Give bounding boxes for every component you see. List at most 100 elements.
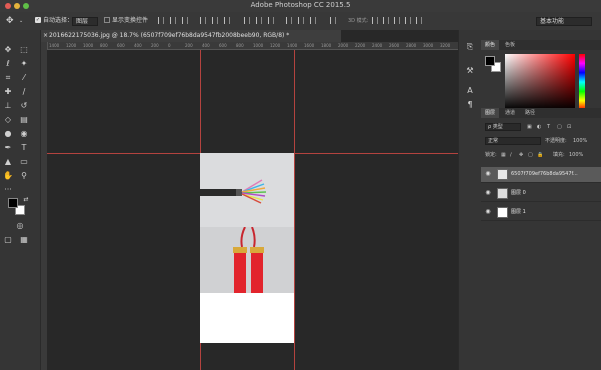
filter-shape-icon[interactable]: ▢ <box>557 123 562 131</box>
eye-visibility-icon[interactable]: ◉ <box>484 190 492 196</box>
ruler-tick-label: 2400 <box>372 43 383 48</box>
window-title: Adobe Photoshop CC 2015.5 <box>250 1 351 9</box>
lock-artboard-icon[interactable]: ▢ <box>528 151 533 159</box>
canvas-area[interactable] <box>47 50 458 370</box>
clone-stamp-tool-icon[interactable]: ⊥ <box>2 100 14 112</box>
tool-preset-chevron-icon[interactable]: ⌄ <box>19 16 23 26</box>
artboard-icon[interactable]: ▦ <box>18 234 30 246</box>
distribute-left-icon[interactable] <box>286 17 292 24</box>
smart-object-thumbnail <box>497 169 508 180</box>
lock-all-icon[interactable]: 🔒 <box>537 151 543 159</box>
type-tool-icon[interactable]: T <box>18 142 30 154</box>
ruler-tick-label: 800 <box>236 43 244 48</box>
panel-foreground-swatch[interactable] <box>485 56 495 66</box>
auto-select-value: 图层 <box>76 18 89 25</box>
tab-paths[interactable]: 路径 <box>521 108 539 118</box>
horizontal-ruler[interactable]: 1400 1200 1000 800 600 400 200 0 200 400 600 800 100… <box>47 42 458 50</box>
properties-panel-icon[interactable]: ⚒ <box>465 66 475 76</box>
crop-tool-icon[interactable]: ⌗ <box>2 72 14 84</box>
gradient-tool-icon[interactable]: ▤ <box>18 114 30 126</box>
history-brush-tool-icon[interactable]: ↺ <box>18 100 30 112</box>
character-panel-icon[interactable]: A <box>465 86 475 96</box>
align-hcenter-icon[interactable] <box>212 17 218 24</box>
screen-mode-icon[interactable]: ▢ <box>2 234 14 246</box>
paragraph-panel-icon[interactable]: ¶ <box>465 100 475 110</box>
show-transform-checkbox[interactable] <box>104 17 110 23</box>
workspace-dropdown[interactable]: 基本功能 <box>536 17 592 26</box>
eyedropper-tool-icon[interactable]: ⁄ <box>18 72 30 84</box>
move-tool-icon[interactable]: ✥ <box>2 44 14 56</box>
distribute-bottom-icon[interactable] <box>268 17 274 24</box>
lock-transparent-icon[interactable]: ▦ <box>501 151 506 159</box>
auto-align-icon[interactable] <box>330 17 336 24</box>
align-left-icon[interactable] <box>200 17 206 24</box>
layer-row-0[interactable]: ◉ 图层 0 <box>481 186 601 202</box>
filter-adjustment-icon[interactable]: ◐ <box>537 123 541 131</box>
lasso-tool-icon[interactable]: ℓ <box>2 58 14 70</box>
pen-tool-icon[interactable]: ✒ <box>2 142 14 154</box>
quick-mask-icon[interactable]: ◎ <box>14 220 26 232</box>
close-tab-icon[interactable]: × <box>43 30 48 42</box>
filter-pixel-icon[interactable]: ▣ <box>527 123 532 131</box>
3d-rotate-icon[interactable] <box>372 17 378 24</box>
tab-layers[interactable]: 图层 <box>481 108 500 118</box>
distribute-hcenter-icon[interactable] <box>298 17 304 24</box>
3d-pan-icon[interactable] <box>394 17 400 24</box>
eraser-tool-icon[interactable]: ◇ <box>2 114 14 126</box>
distribute-top-icon[interactable] <box>244 17 250 24</box>
tab-channels[interactable]: 通道 <box>501 108 519 118</box>
marquee-tool-icon[interactable]: ⬚ <box>18 44 30 56</box>
path-selection-tool-icon[interactable]: ▲ <box>2 156 14 168</box>
tab-color[interactable]: 颜色 <box>481 40 500 50</box>
more-tools-icon[interactable]: ··· <box>2 184 14 196</box>
hue-slider[interactable] <box>579 54 585 110</box>
ruler-tick-label: 200 <box>185 43 193 48</box>
dodge-tool-icon[interactable]: ◉ <box>18 128 30 140</box>
lock-position-icon[interactable]: ✥ <box>519 151 523 159</box>
distribute-right-icon[interactable] <box>310 17 316 24</box>
3d-roll-icon[interactable] <box>383 17 389 24</box>
filter-smart-object-icon[interactable]: ⊡ <box>567 123 571 131</box>
fill-label: 填充: <box>553 152 565 158</box>
fill-value[interactable]: 100% <box>569 151 583 159</box>
align-right-icon[interactable] <box>224 17 230 24</box>
auto-select-dropdown[interactable]: 图层 <box>72 17 98 26</box>
blend-mode-dropdown[interactable]: 正常 <box>485 137 541 145</box>
foreground-color-swatch[interactable] <box>8 198 18 208</box>
blur-tool-icon[interactable]: ● <box>2 128 14 140</box>
document-tab[interactable]: × 2016622175036.jpg @ 18.7% (6507f709ef7… <box>41 30 341 42</box>
tab-swatches[interactable]: 色板 <box>501 40 519 50</box>
rectangle-tool-icon[interactable]: ▭ <box>18 156 30 168</box>
move-tool-icon[interactable]: ✥ <box>6 16 14 26</box>
brush-tool-icon[interactable]: ∕ <box>18 86 30 98</box>
swap-colors-icon[interactable]: ⇄ <box>20 194 32 206</box>
eye-visibility-icon[interactable]: ◉ <box>484 171 492 177</box>
workspace-value: 基本功能 <box>540 18 565 25</box>
blend-mode-value: 正常 <box>488 138 499 144</box>
zoom-tool-icon[interactable]: ⚲ <box>18 170 30 182</box>
align-bottom-icon[interactable] <box>182 17 188 24</box>
healing-brush-tool-icon[interactable]: ✚ <box>2 86 14 98</box>
document-tab-title: 2016622175036.jpg @ 18.7% (6507f709ef76b… <box>49 32 290 39</box>
magic-wand-tool-icon[interactable]: ✦ <box>18 58 30 70</box>
hand-tool-icon[interactable]: ✋ <box>2 170 14 182</box>
history-panel-icon[interactable]: ⎘ <box>465 42 475 52</box>
lock-image-icon[interactable]: ∕ <box>510 151 512 159</box>
color-picker-field[interactable] <box>505 54 575 110</box>
auto-select-checkbox[interactable]: ✓ <box>35 17 41 23</box>
align-top-icon[interactable] <box>158 17 164 24</box>
align-vcenter-icon[interactable] <box>170 17 176 24</box>
layer-filter-dropdown[interactable]: ρ 类型 <box>485 123 521 131</box>
layer-row-1[interactable]: ◉ 图层 1 <box>481 205 601 221</box>
eye-visibility-icon[interactable]: ◉ <box>484 209 492 215</box>
layer-row-smart-object[interactable]: ◉ 6507f709ef76b8da9547f... <box>481 167 601 183</box>
3d-slide-icon[interactable] <box>405 17 411 24</box>
distribute-vcenter-icon[interactable] <box>256 17 262 24</box>
layers-panel-tabs: 图层 通道 路径 <box>481 108 601 118</box>
opacity-value[interactable]: 100% <box>573 137 587 145</box>
filter-type-icon[interactable]: T <box>547 123 550 131</box>
vertical-guide-right[interactable] <box>294 50 295 370</box>
ruler-tick-label: 1200 <box>270 43 281 48</box>
document-canvas[interactable] <box>200 153 294 343</box>
3d-scale-icon[interactable] <box>416 17 422 24</box>
